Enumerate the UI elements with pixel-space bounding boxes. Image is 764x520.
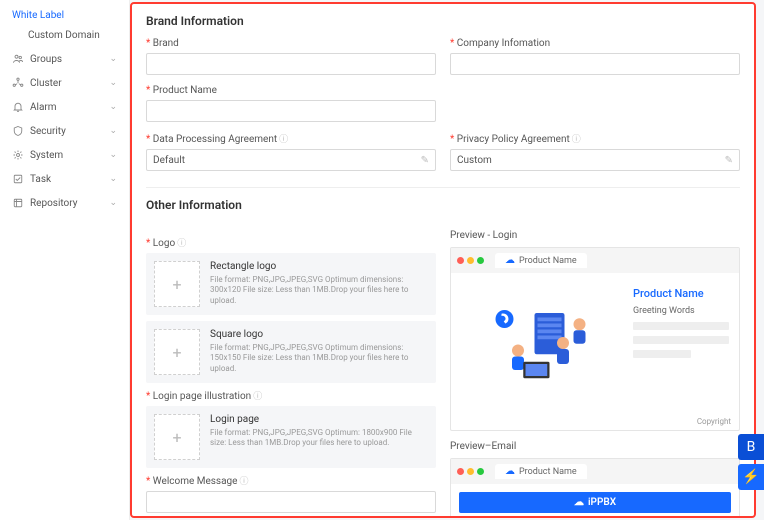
preview-tab: ☁ Product Name <box>495 464 587 479</box>
logo-label: Logoⓘ <box>146 236 436 249</box>
preview-login-title: Preview - Login <box>450 230 740 241</box>
brand-information-section: Brand Information Brand Company Infomati… <box>132 4 754 187</box>
ppa-label: Privacy Policy Agreementⓘ <box>450 132 740 145</box>
cloud-icon: ☁ <box>574 497 584 508</box>
chevron-down-icon: ⌄ <box>109 78 117 88</box>
sidebar-item-task[interactable]: Task ⌄ <box>0 167 129 191</box>
placeholder-bar <box>633 322 729 330</box>
login-illustration-label: Login page illustrationⓘ <box>146 389 436 402</box>
square-logo-upload: + Square logo File format: PNG,JPG,JPEG,… <box>146 321 436 383</box>
welcome-message-label: Welcome Messageⓘ <box>146 474 436 487</box>
cluster-icon <box>12 77 24 89</box>
preview-product-name: Product Name <box>633 287 729 300</box>
sidebar-sub-custom-domain[interactable]: Custom Domain <box>0 27 129 47</box>
chevron-down-icon: ⌄ <box>109 102 117 112</box>
sidebar-item-cluster[interactable]: Cluster ⌄ <box>0 71 129 95</box>
gear-icon <box>12 149 24 161</box>
sidebar-item-groups[interactable]: Groups ⌄ <box>0 47 129 71</box>
help-icon[interactable]: ⓘ <box>177 239 186 249</box>
help-icon[interactable]: ⓘ <box>253 392 262 402</box>
highlighted-panel: Brand Information Brand Company Infomati… <box>130 2 756 518</box>
sidebar-item-alarm[interactable]: Alarm ⌄ <box>0 95 129 119</box>
sidebar-item-white-label[interactable]: White Label <box>0 4 129 27</box>
sidebar-item-system[interactable]: System ⌄ <box>0 143 129 167</box>
ppa-select[interactable]: Custom✎ <box>450 149 740 171</box>
dpa-select[interactable]: Default✎ <box>146 149 436 171</box>
mac-min-icon <box>467 468 474 475</box>
preview-tab: ☁ Product Name <box>495 253 587 268</box>
brand-label: Brand <box>146 38 436 49</box>
upload-desc: File format: PNG,JPG,JPEG,SVG Optimum di… <box>210 275 428 306</box>
upload-dropzone[interactable]: + <box>154 261 200 307</box>
chevron-down-icon: ⌄ <box>109 126 117 136</box>
bell-icon <box>12 101 24 113</box>
preview-email-title: Preview–Email <box>450 441 740 452</box>
edit-icon[interactable]: ✎ <box>725 155 733 166</box>
chevron-down-icon: ⌄ <box>109 174 117 184</box>
upload-title: Rectangle logo <box>210 261 428 272</box>
help-icon[interactable]: ⓘ <box>239 477 248 487</box>
dpa-label: Data Processing Agreementⓘ <box>146 132 436 145</box>
chevron-down-icon: ⌄ <box>109 54 117 64</box>
cloud-icon: ☁ <box>505 255 515 266</box>
mac-close-icon <box>457 257 464 264</box>
email-banner: ☁ iPPBX <box>459 492 731 513</box>
preview-login: ☁ Product Name <box>450 247 740 431</box>
users-icon <box>12 53 24 65</box>
mac-close-icon <box>457 468 464 475</box>
preview-copyright: Copyright <box>451 413 739 430</box>
company-label: Company Infomation <box>450 38 740 49</box>
upload-dropzone[interactable]: + <box>154 414 200 460</box>
cloud-icon: ☁ <box>505 466 515 477</box>
mac-min-icon <box>467 257 474 264</box>
help-icon[interactable]: ⓘ <box>572 135 581 145</box>
upload-desc: File format: PNG,JPG,JPEG,SVG Optimum di… <box>210 343 428 374</box>
welcome-message-input[interactable] <box>146 491 436 513</box>
brand-input[interactable] <box>146 53 436 75</box>
repo-icon <box>12 197 24 209</box>
chevron-down-icon: ⌄ <box>109 150 117 160</box>
main-content: Brand Information Brand Company Infomati… <box>130 0 764 520</box>
help-icon[interactable]: ⓘ <box>279 135 288 145</box>
placeholder-bar <box>633 350 691 358</box>
badge-button[interactable]: B <box>738 434 764 460</box>
lightning-button[interactable]: ⚡ <box>738 464 764 490</box>
product-name-input[interactable] <box>146 100 436 122</box>
rectangle-logo-upload: + Rectangle logo File format: PNG,JPG,JP… <box>146 253 436 315</box>
section-title: Brand Information <box>146 14 740 28</box>
sidebar: White Label Custom Domain Groups ⌄ Clust… <box>0 0 130 520</box>
sidebar-item-security[interactable]: Security ⌄ <box>0 119 129 143</box>
sidebar-item-repository[interactable]: Repository ⌄ <box>0 191 129 215</box>
placeholder-bar <box>633 336 729 344</box>
chevron-down-icon: ⌄ <box>109 198 117 208</box>
section-title: Other Information <box>146 198 740 212</box>
company-input[interactable] <box>450 53 740 75</box>
product-name-label: Product Name <box>146 85 436 96</box>
preview-email: ☁ Product Name ☁ iPPBX <box>450 458 740 518</box>
task-icon <box>12 173 24 185</box>
login-page-upload: + Login page File format: PNG,JPG,JPEG,S… <box>146 406 436 468</box>
upload-title: Login page <box>210 414 428 425</box>
upload-dropzone[interactable]: + <box>154 329 200 375</box>
shield-icon <box>12 125 24 137</box>
mac-max-icon <box>477 257 484 264</box>
mac-max-icon <box>477 468 484 475</box>
edit-icon[interactable]: ✎ <box>421 155 429 166</box>
upload-title: Square logo <box>210 329 428 340</box>
login-illustration <box>461 281 623 405</box>
preview-greeting: Greeting Words <box>633 306 729 316</box>
upload-desc: File format: PNG,JPG,JPEG,SVG Optimum: 1… <box>210 428 428 449</box>
